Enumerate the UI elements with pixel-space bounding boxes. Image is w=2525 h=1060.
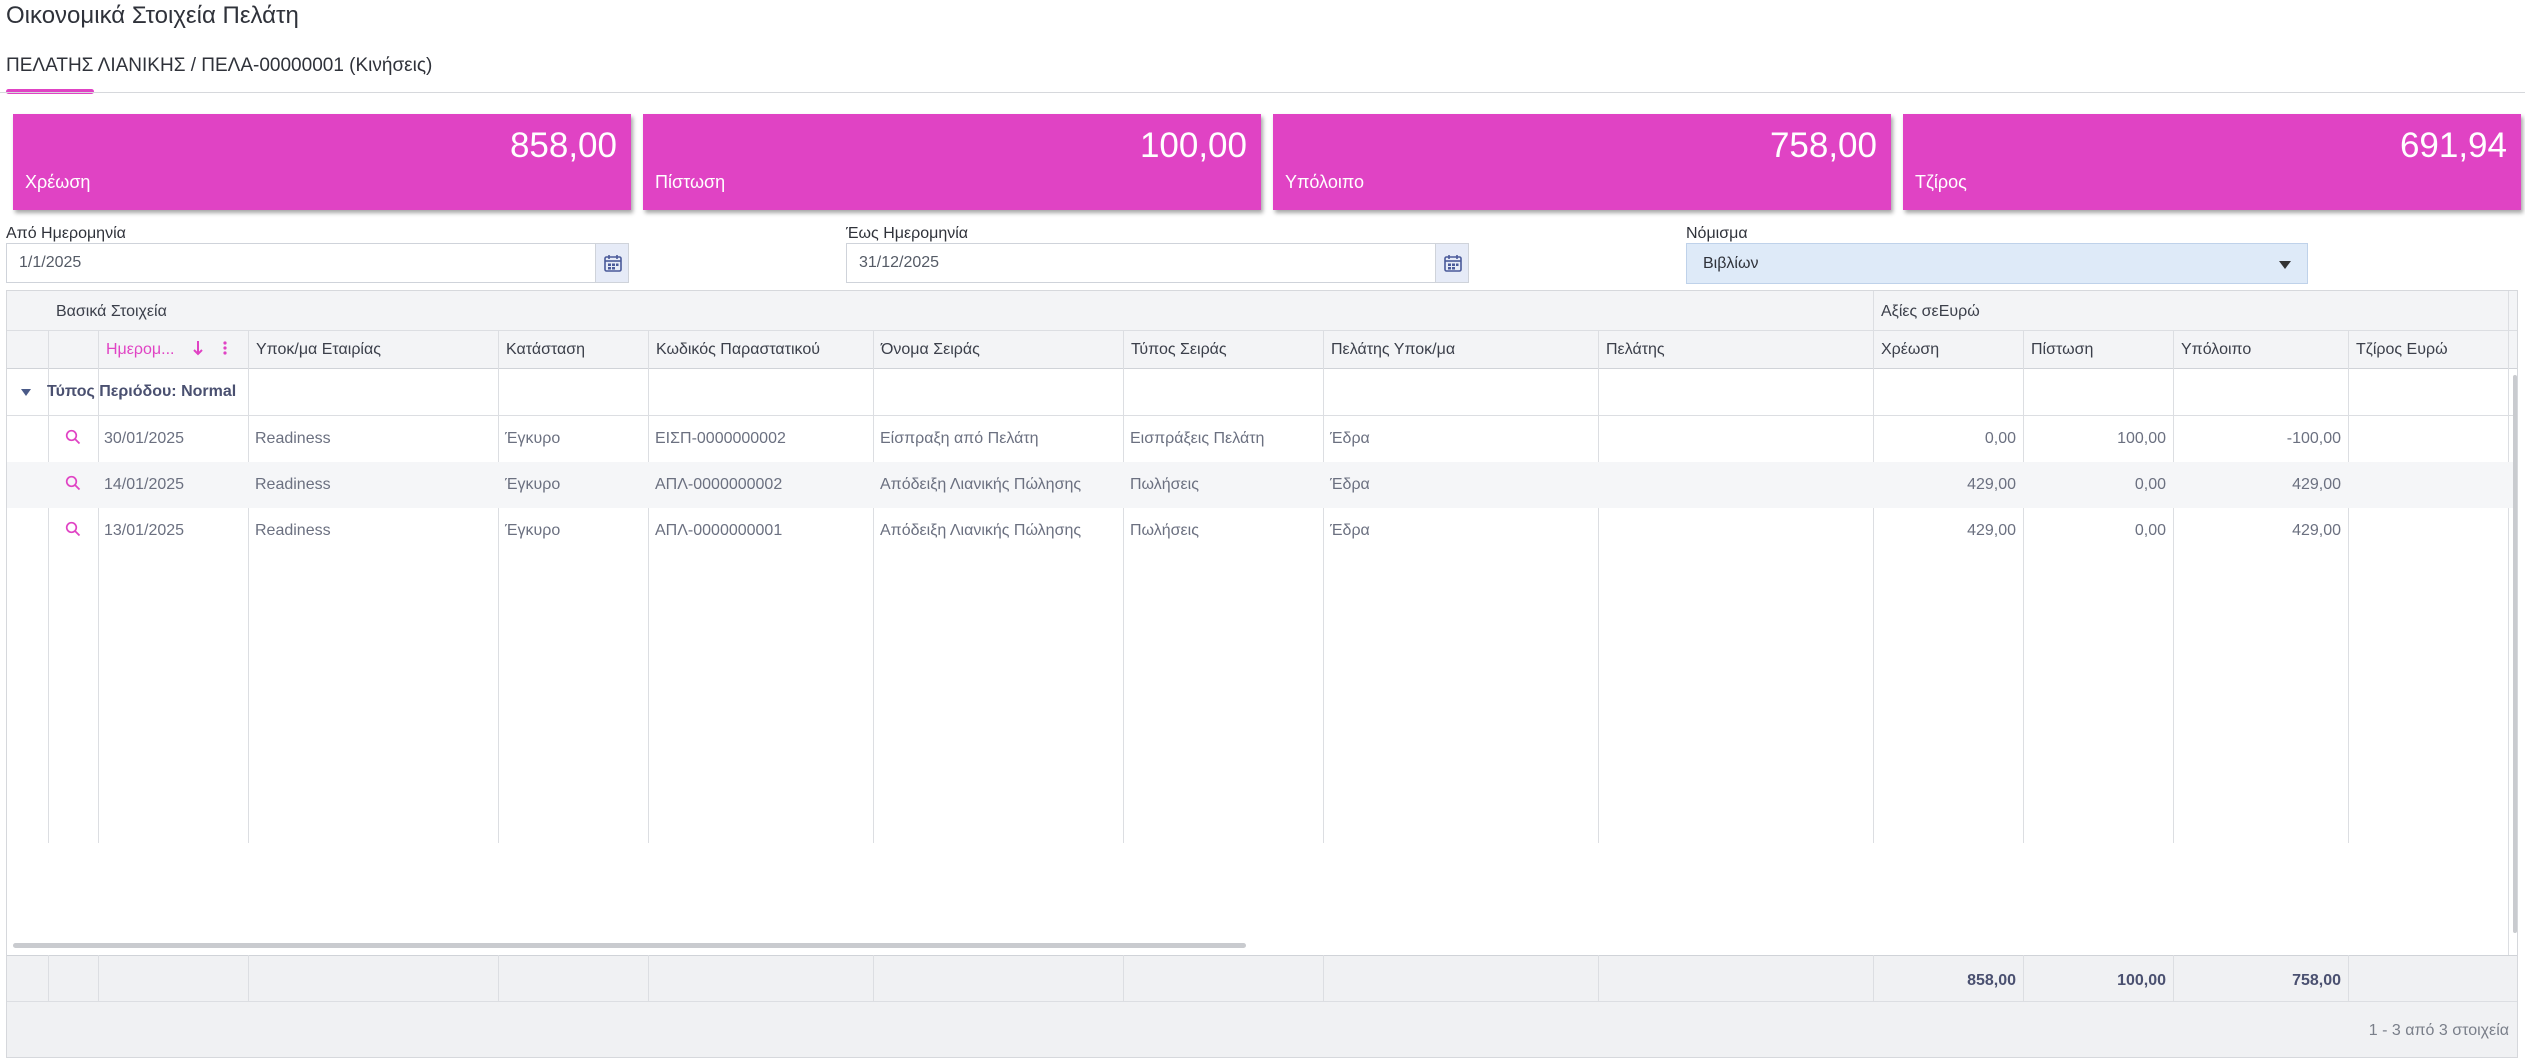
tab-customer-movements[interactable]: ΠΕΛΑΤΗΣ ΛΙΑΝΙΚΗΣ / ΠΕΛΑ-00000001 (Κινήσε… — [6, 55, 432, 77]
cell-doc-code: ΕΙΣΠ-0000000002 — [655, 430, 786, 447]
kpi-card-debit: 858,00 Χρέωση — [13, 114, 631, 210]
table-row[interactable]: 14/01/2025 Readiness Έγκυρο ΑΠΛ-00000000… — [7, 462, 2517, 508]
kpi-label: Πίστωση — [655, 172, 726, 192]
cell-balance: 429,00 — [2292, 476, 2341, 493]
totals-row: 858,00 100,00 758,00 — [7, 955, 2517, 1002]
group-row[interactable]: Τύπος Περιόδου: Normal — [7, 369, 2517, 416]
cell-credit: 0,00 — [2134, 522, 2166, 539]
cell-series-name: Είσπραξη από Πελάτη — [880, 430, 1039, 447]
group-header-basic: Βασικά Στοιχεία — [56, 303, 167, 320]
total-credit: 100,00 — [2117, 972, 2166, 989]
column-header-branch[interactable]: Υποκ/μα Εταιρίας — [256, 341, 381, 359]
from-date-label: Από Ημερομηνία — [6, 225, 126, 242]
sort-desc-icon[interactable] — [192, 339, 204, 362]
cell-balance: 429,00 — [2292, 522, 2341, 539]
currency-select-value: Βιβλίων — [1703, 255, 1759, 272]
cell-series-type: Πωλήσεις — [1130, 522, 1199, 539]
cell-customer-branch: Έδρα — [1330, 476, 1370, 493]
page-title: Οικονομικά Στοιχεία Πελάτη — [6, 2, 299, 29]
pager: 1 - 3 από 3 στοιχεία — [7, 1002, 2517, 1057]
to-date-field[interactable]: 31/12/2025 — [846, 243, 1469, 283]
column-header-credit[interactable]: Πίστωση — [2031, 341, 2093, 359]
currency-label: Νόμισμα — [1686, 225, 1748, 242]
kpi-label: Χρέωση — [25, 172, 91, 192]
column-menu-icon[interactable] — [222, 339, 228, 362]
cell-doc-code: ΑΠΛ-0000000001 — [655, 522, 783, 539]
column-header-customer[interactable]: Πελάτης — [1606, 341, 1665, 359]
kpi-label: Τζίρος — [1915, 172, 1967, 192]
vertical-scrollbar[interactable] — [2513, 375, 2517, 933]
column-header-series-name[interactable]: Όνομα Σειράς — [881, 341, 980, 359]
cell-branch: Readiness — [255, 476, 331, 493]
table-row[interactable]: 30/01/2025 Readiness Έγκυρο ΕΙΣΠ-0000000… — [7, 416, 2517, 462]
pager-info: 1 - 3 από 3 στοιχεία — [2368, 1022, 2509, 1039]
cell-customer-branch: Έδρα — [1330, 430, 1370, 447]
movements-grid: Βασικά Στοιχεία Αξίες σεΕυρώ Ημερομ... Υ… — [6, 290, 2518, 1058]
cell-series-type: Πωλήσεις — [1130, 476, 1199, 493]
column-header-doc-code[interactable]: Κωδικός Παραστατικού — [656, 341, 820, 359]
cell-status: Έγκυρο — [505, 476, 561, 493]
cell-status: Έγκυρο — [505, 430, 561, 447]
column-group-header-row — [7, 291, 2517, 331]
calendar-icon[interactable] — [595, 244, 628, 282]
collapse-triangle-icon[interactable] — [21, 389, 31, 396]
kpi-value: 758,00 — [1769, 126, 1877, 165]
horizontal-scrollbar[interactable] — [13, 943, 1246, 948]
cell-doc-code: ΑΠΛ-0000000002 — [655, 476, 783, 493]
cell-debit: 0,00 — [1984, 430, 2016, 447]
cell-date: 14/01/2025 — [104, 476, 185, 493]
calendar-icon[interactable] — [1435, 244, 1468, 282]
search-icon[interactable] — [65, 475, 81, 496]
kpi-card-turnover: 691,94 Τζίρος — [1903, 114, 2521, 210]
column-header-turnover[interactable]: Τζίρος Ευρώ — [2356, 341, 2448, 359]
search-icon[interactable] — [65, 429, 81, 450]
table-row[interactable]: 13/01/2025 Readiness Έγκυρο ΑΠΛ-00000000… — [7, 508, 2517, 554]
cell-debit: 429,00 — [1967, 476, 2016, 493]
total-debit: 858,00 — [1967, 972, 2016, 989]
kpi-card-balance: 758,00 Υπόλοιπο — [1273, 114, 1891, 210]
column-header-date[interactable]: Ημερομ... — [106, 341, 174, 359]
kpi-value: 691,94 — [2399, 126, 2507, 165]
column-header-debit[interactable]: Χρέωση — [1881, 341, 1939, 359]
tab-bar-divider — [0, 92, 2525, 93]
group-row-label: Τύπος Περιόδου: Normal — [47, 383, 237, 400]
kpi-label: Υπόλοιπο — [1285, 172, 1365, 192]
cell-credit: 0,00 — [2134, 476, 2166, 493]
column-header-row — [7, 331, 2517, 369]
kpi-value: 858,00 — [509, 126, 617, 165]
cell-date: 13/01/2025 — [104, 522, 185, 539]
cell-balance: -100,00 — [2286, 430, 2341, 447]
search-icon[interactable] — [65, 521, 81, 542]
cell-status: Έγκυρο — [505, 522, 561, 539]
cell-series-type: Εισπράξεις Πελάτη — [1130, 430, 1265, 447]
to-date-label: Έως Ημερομηνία — [846, 225, 969, 242]
column-header-balance[interactable]: Υπόλοιπο — [2181, 341, 2251, 359]
cell-series-name: Απόδειξη Λιανικής Πώλησης — [880, 476, 1082, 493]
cell-series-name: Απόδειξη Λιανικής Πώλησης — [880, 522, 1082, 539]
group-header-values: Αξίες σεΕυρώ — [1881, 303, 1980, 320]
kpi-value: 100,00 — [1139, 126, 1247, 165]
cell-credit: 100,00 — [2117, 430, 2166, 447]
cell-customer-branch: Έδρα — [1330, 522, 1370, 539]
cell-branch: Readiness — [255, 430, 331, 447]
cell-debit: 429,00 — [1967, 522, 2016, 539]
currency-select[interactable]: Βιβλίων — [1686, 243, 2308, 284]
column-header-customer-branch[interactable]: Πελάτης Υποκ/μα — [1331, 341, 1455, 359]
cell-branch: Readiness — [255, 522, 331, 539]
chevron-down-icon — [2279, 261, 2291, 269]
column-header-series-type[interactable]: Τύπος Σειράς — [1131, 341, 1227, 359]
total-balance: 758,00 — [2292, 972, 2341, 989]
kpi-card-credit: 100,00 Πίστωση — [643, 114, 1261, 210]
column-header-status[interactable]: Κατάσταση — [506, 341, 585, 359]
from-date-field[interactable]: 1/1/2025 — [6, 243, 629, 283]
cell-date: 30/01/2025 — [104, 430, 185, 447]
